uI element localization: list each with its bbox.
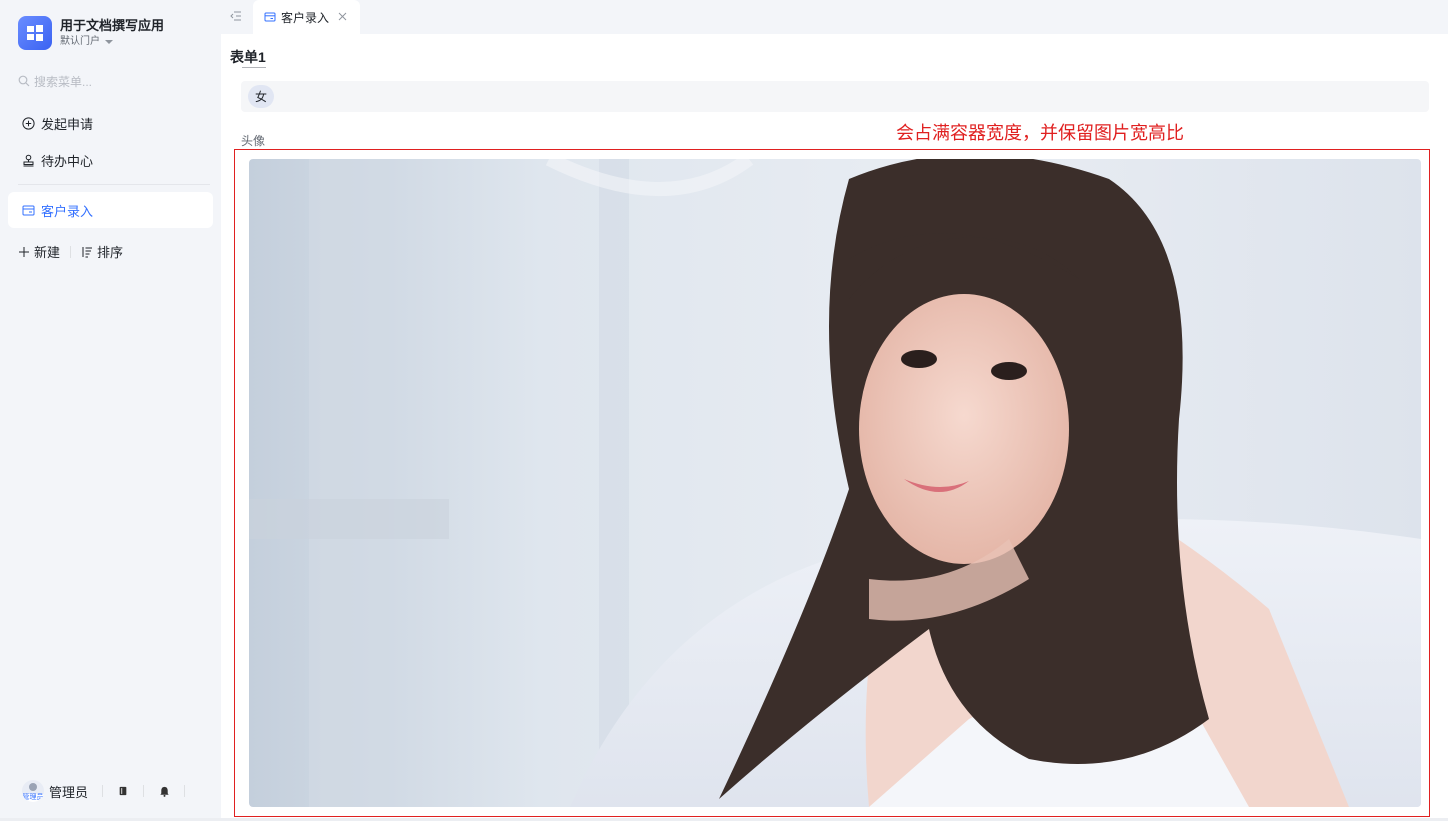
search-input[interactable]: 搜索菜单... (18, 72, 208, 90)
app-header[interactable]: 用于文档撰写应用 默认门户 (18, 16, 164, 50)
sort-button-label: 排序 (97, 245, 124, 260)
menu-item-label: 待办中心 (41, 153, 94, 169)
action-divider (70, 245, 72, 258)
form-icon (22, 205, 35, 215)
stamp-icon (23, 154, 34, 166)
gender-field[interactable]: 女 (241, 81, 1429, 112)
tab-label: 客户录入 (281, 10, 330, 25)
search-placeholder: 搜索菜单... (34, 74, 93, 89)
user-name[interactable]: 管理员 (49, 782, 88, 801)
user-bar-divider (102, 785, 104, 797)
menu-item-label: 客户录入 (41, 203, 94, 219)
app-logo-icon (18, 16, 52, 50)
search-icon (18, 75, 30, 87)
menu-item-customer-entry[interactable]: 客户录入 (8, 192, 213, 228)
menu-actions: 新建 排序 (18, 242, 123, 261)
new-button-label: 新建 (34, 245, 61, 260)
annotation-text: 会占满容器宽度，并保留图片宽高比 (896, 123, 1184, 143)
portal-label: 默认门户 (60, 36, 100, 47)
gender-tag: 女 (248, 85, 275, 108)
plus-circle-icon (22, 116, 35, 130)
sort-button[interactable]: 排序 (81, 242, 123, 261)
plus-icon (19, 246, 29, 257)
portal-switcher[interactable]: 默认门户 (60, 35, 164, 49)
caret-down-icon (105, 40, 113, 44)
form-content: 表单1 —— 女 头像 会占满容器宽度，并保留图片宽高比 (221, 34, 1448, 818)
menu-item-todo[interactable]: 待办中心 (8, 142, 213, 178)
form-title: 表单1 (230, 49, 266, 65)
avatar-image[interactable] (249, 159, 1421, 807)
sidebar-divider (18, 184, 210, 185)
avatar[interactable]: 管理员 (22, 780, 44, 802)
tab-bar: 客户录入 (221, 0, 1448, 34)
collapse-sidebar-icon[interactable] (230, 10, 242, 22)
bell-icon[interactable] (158, 785, 170, 797)
app-title: 用于文档撰写应用 (60, 18, 165, 33)
close-icon[interactable] (337, 11, 348, 22)
sort-icon (82, 246, 93, 257)
user-bar-divider (143, 785, 145, 797)
menu-item-apply[interactable]: 发起申请 (8, 105, 213, 141)
book-icon[interactable] (117, 785, 129, 797)
form-icon (264, 12, 276, 22)
user-bar: 管理员 管理员 (22, 780, 199, 802)
new-button[interactable]: 新建 (18, 242, 60, 261)
menu-item-label: 发起申请 (41, 116, 94, 132)
tab-customer-entry[interactable]: 客户录入 (253, 0, 360, 34)
gender-field-label-cut: —— (242, 67, 272, 73)
avatar-field-label: 头像 (241, 134, 266, 148)
sidebar: 用于文档撰写应用 默认门户 搜索菜单... 发起申请 待办中心 客户录入 新建 … (0, 0, 221, 821)
avatar-caption: 管理员 (22, 794, 44, 802)
avatar-head (29, 783, 37, 791)
user-bar-divider (184, 785, 186, 797)
